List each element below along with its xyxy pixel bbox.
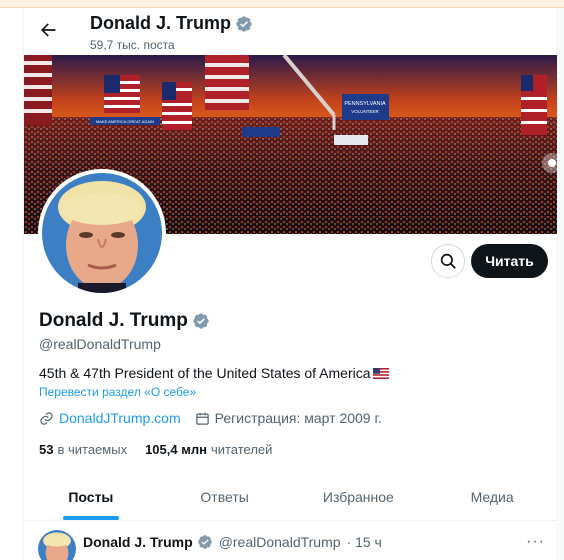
join-date: Регистрация: март 2009 г. — [195, 410, 382, 426]
link-icon — [40, 411, 53, 425]
verified-badge-icon[interactable] — [192, 312, 210, 330]
header-name-text: Donald J. Trump — [90, 13, 232, 33]
post-item[interactable]: Donald J. Trump @realDonaldTrump · 15 ч … — [24, 521, 557, 560]
website-link[interactable]: DonaldJTrump.com — [59, 410, 181, 426]
post-author-handle[interactable]: @realDonaldTrump — [219, 534, 341, 550]
profile-name-text: Donald J. Trump — [39, 310, 188, 331]
right-gutter — [559, 8, 564, 560]
translate-bio-link[interactable]: Перевести раздел «О себе» — [39, 385, 196, 399]
following-label: в читаемых — [57, 442, 128, 457]
tab-replies[interactable]: Ответы — [158, 474, 292, 520]
tab-highlights[interactable]: Избранное — [292, 474, 426, 520]
search-posts-button[interactable] — [431, 244, 465, 278]
profile-tabs: Посты Ответы Избранное Медиа — [24, 474, 557, 521]
profile-bio: 45th & 47th President of the United Stat… — [39, 365, 389, 381]
post-header: Donald J. Trump @realDonaldTrump · 15 ч — [83, 534, 382, 550]
us-flag-icon — [372, 367, 389, 379]
followers-link[interactable]: 105,4 млн читателей — [145, 442, 272, 457]
profile-meta: DonaldJTrump.com Регистрация: март 2009 … — [39, 410, 382, 426]
arrow-left-icon — [41, 23, 56, 37]
post-avatar-image — [38, 530, 76, 560]
post-author-name[interactable]: Donald J. Trump — [83, 534, 193, 550]
profile-header: Donald J. Trump 59,7 тыс. поста — [24, 8, 557, 55]
header-title: Donald J. Trump — [90, 13, 253, 34]
flag-left — [24, 55, 52, 125]
post-time[interactable]: · 15 ч — [347, 534, 382, 550]
followers-count: 105,4 млн — [145, 442, 207, 457]
svg-text:MAKE AMERICA GREAT AGAIN: MAKE AMERICA GREAT AGAIN — [96, 119, 154, 124]
post-avatar[interactable] — [38, 530, 76, 560]
follow-button[interactable]: Читать — [471, 244, 548, 278]
profile-column: Donald J. Trump 59,7 тыс. поста PENNSYLV… — [23, 8, 558, 560]
svg-text:PENNSYLVANIA: PENNSYLVANIA — [344, 101, 386, 107]
profile-name: Donald J. Trump — [39, 310, 210, 332]
avatar-portrait-image — [42, 173, 162, 293]
follow-stats: 53 в читаемых 105,4 млн читателей — [39, 442, 272, 457]
tab-media[interactable]: Медиа — [425, 474, 557, 520]
more-options-icon[interactable]: ··· — [526, 533, 545, 551]
profile-handle: @realDonaldTrump — [39, 336, 161, 352]
calendar-icon — [195, 412, 209, 425]
following-count: 53 — [39, 442, 54, 457]
bio-text: 45th & 47th President of the United Stat… — [39, 365, 371, 381]
header-post-count: 59,7 тыс. поста — [90, 38, 175, 52]
profile-avatar[interactable] — [38, 169, 166, 297]
verified-badge-icon — [197, 534, 213, 550]
following-link[interactable]: 53 в читаемых — [39, 442, 127, 457]
search-icon — [440, 253, 456, 269]
tab-posts[interactable]: Посты — [24, 474, 158, 520]
verified-badge-icon — [235, 15, 253, 33]
svg-text:VOLUNTEER: VOLUNTEER — [351, 109, 379, 114]
browser-top-strip — [0, 0, 564, 8]
back-button[interactable] — [32, 14, 64, 46]
followers-label: читателей — [210, 442, 273, 457]
join-date-text: Регистрация: март 2009 г. — [214, 410, 382, 426]
